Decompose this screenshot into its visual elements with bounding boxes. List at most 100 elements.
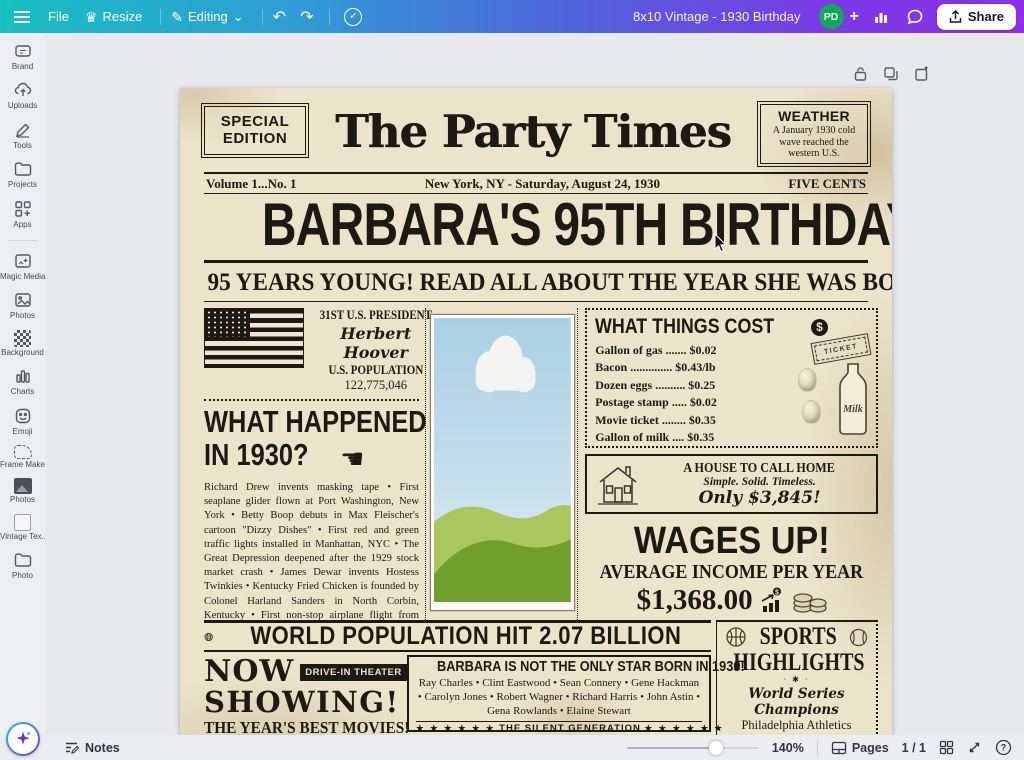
svg-text:Milk: Milk — [842, 404, 862, 415]
what-things-cost-box[interactable]: WHAT THINGS COST $ Gallon of gas .......… — [585, 308, 878, 448]
sidebar-item-charts[interactable]: Charts — [0, 366, 45, 396]
design-page[interactable]: SPECIAL EDITION The Party Times WEATHER … — [180, 88, 892, 738]
what-happened-body[interactable]: Richard Drew invents masking tape • Firs… — [204, 481, 419, 620]
house-price: Only $3,845! — [648, 488, 871, 508]
invite-member-button[interactable]: + — [850, 8, 859, 26]
volume-label[interactable]: Volume 1...No. 1 — [206, 176, 297, 192]
sidebar-item-uploads[interactable]: Uploads — [0, 80, 45, 110]
document-title[interactable]: 8x10 Vintage - 1930 Birthday — [633, 9, 800, 24]
landscape-placeholder-image — [434, 318, 571, 602]
share-button[interactable]: Share — [937, 4, 1016, 30]
sidebar-item-photo-folder[interactable]: Photo — [0, 550, 45, 580]
sports-title: SPORTS — [759, 624, 836, 650]
brand-icon — [13, 41, 33, 61]
photo-thumbnail-icon — [14, 478, 32, 494]
magic-media-icon — [13, 251, 33, 271]
zoom-slider-handle[interactable] — [709, 741, 723, 755]
special-edition-box[interactable]: SPECIAL EDITION — [204, 106, 306, 155]
special-edition-line2: EDITION — [207, 130, 303, 147]
grid-view-icon[interactable] — [939, 740, 954, 755]
avatar[interactable]: PD — [819, 4, 844, 29]
canvas-workspace: SPECIAL EDITION The Party Times WEATHER … — [45, 33, 1024, 735]
sub-headline[interactable]: 95 YEARS YOUNG! READ ALL ABOUT THE YEAR … — [180, 267, 892, 299]
ticket-illustration: TICKET — [811, 333, 872, 365]
sidebar-item-emoji[interactable]: Emoji — [0, 406, 45, 436]
house-box[interactable]: A HOUSE TO CALL HOME Simple. Solid. Time… — [585, 454, 878, 514]
sidebar-item-photos[interactable]: Photos — [0, 290, 45, 320]
baseball-icon — [848, 627, 869, 648]
sports-divider: · ✱ · — [717, 676, 876, 684]
canva-assistant-button[interactable] — [6, 722, 40, 756]
president-section[interactable]: 31ST U.S. PRESIDENT Herbert Hoover U.S. … — [204, 308, 419, 393]
duplicate-page-icon[interactable] — [883, 66, 899, 82]
comments-icon[interactable] — [903, 5, 927, 29]
lock-icon[interactable] — [853, 66, 868, 82]
svg-text:?: ? — [1001, 743, 1007, 753]
masthead-title[interactable]: The Party Times — [306, 98, 760, 166]
world-population-banner[interactable]: WORLD POPULATION HIT 2.07 BILLION — [204, 620, 711, 652]
editing-mode-dropdown[interactable]: ✎ Editing ⌄ — [171, 9, 243, 25]
stars-left: ★ ★ ★ ★ ★ ★ — [416, 723, 496, 733]
stars-born-box[interactable]: BARBARA IS NOT THE ONLY STAR BORN IN 193… — [407, 655, 711, 732]
page-indicator: 1 / 1 — [902, 741, 926, 755]
wages-title: WAGES UP! — [634, 522, 830, 560]
cost-illustrations: TICKET Milk — [798, 336, 870, 442]
zoom-level[interactable]: 140% — [772, 741, 804, 755]
price-label[interactable]: FIVE CENTS — [788, 176, 866, 192]
emoji-icon — [13, 406, 33, 426]
background-icon — [14, 330, 31, 347]
drive-in-badge: DRIVE-IN THEATER — [300, 664, 407, 681]
sidebar-item-tools[interactable]: Tools — [0, 120, 45, 150]
sidebar-item-photos-2[interactable]: Photos — [0, 478, 45, 504]
crown-icon: ♛ — [85, 10, 98, 24]
world-series-value: Philadelphia Athletics — [717, 718, 876, 733]
house-illustration — [592, 460, 644, 508]
house-tagline: Simple. Solid. Timeless. — [648, 476, 871, 488]
object-panel: Brand Uploads Tools Projects Apps Magic … — [0, 33, 45, 760]
tools-icon — [13, 120, 33, 140]
zoom-slider[interactable] — [627, 741, 759, 755]
menu-icon[interactable] — [14, 11, 30, 23]
frame-maker-icon — [14, 445, 32, 459]
sidebar-item-brand[interactable]: Brand — [0, 41, 45, 71]
bottombar-divider — [817, 741, 818, 755]
globe-icon — [204, 627, 213, 647]
add-page-icon[interactable] — [914, 66, 930, 82]
sidebar-item-vintage-textures[interactable]: Vintage Tex... — [0, 514, 45, 541]
resize-button[interactable]: ♛ Resize — [85, 9, 142, 24]
photos-icon — [13, 290, 33, 310]
help-icon[interactable]: ? — [995, 739, 1012, 756]
population-value: 122,775,046 — [312, 378, 440, 393]
what-happened-title[interactable]: WHAT HAPPENED IN 1930? ☚ — [204, 405, 419, 476]
now-showing-section[interactable]: NOW DRIVE-IN THEATER SHOWING! THE YEAR'S… — [204, 657, 402, 738]
silent-generation-row: ★ ★ ★ ★ ★ ★ THE SILENT GENERATION ★ ★ ★ … — [416, 721, 702, 734]
pages-button[interactable]: Pages — [831, 741, 889, 755]
notes-button[interactable]: Notes — [64, 740, 120, 755]
main-headline[interactable]: BARBARA'S 95TH BIRTHDAY — [180, 194, 892, 256]
weather-box[interactable]: WEATHER A January 1930 cold wave reached… — [760, 104, 868, 164]
sidebar-item-frame-maker[interactable]: Frame Maker — [0, 445, 45, 469]
sparkle-icon — [14, 730, 32, 748]
house-title: A HOUSE TO CALL HOME — [684, 460, 835, 476]
fullscreen-icon[interactable] — [967, 740, 982, 755]
sidebar-item-projects[interactable]: Projects — [0, 159, 45, 189]
sidebar-item-background[interactable]: Background — [0, 330, 45, 357]
subheadline-rule — [204, 301, 868, 302]
wages-subtitle: AVERAGE INCOME PER YEAR — [600, 560, 864, 584]
weather-text: A January 1930 cold wave reached the wes… — [763, 125, 865, 160]
sidebar-item-magic-media[interactable]: Magic Media — [0, 251, 45, 281]
sports-section[interactable]: SPORTS HIGHLIGHTS · ✱ · World Series Cha… — [716, 620, 878, 738]
uploads-icon — [13, 80, 33, 100]
undo-button[interactable]: ↶ — [273, 7, 286, 27]
population-label: U.S. POPULATION — [328, 363, 423, 378]
insights-icon[interactable] — [869, 5, 893, 29]
date-label[interactable]: New York, NY - Saturday, August 24, 1930 — [425, 176, 660, 192]
sidebar-item-apps[interactable]: Apps — [0, 199, 45, 229]
headline-rule — [204, 260, 868, 263]
file-menu[interactable]: File — [48, 9, 69, 24]
toolbar-divider — [262, 9, 263, 25]
president-name: Herbert Hoover — [312, 324, 440, 362]
wages-section[interactable]: WAGES UP! AVERAGE INCOME PER YEAR $1,368… — [585, 522, 878, 615]
photo-placeholder[interactable] — [430, 314, 575, 611]
redo-button[interactable]: ↷ — [300, 7, 313, 27]
